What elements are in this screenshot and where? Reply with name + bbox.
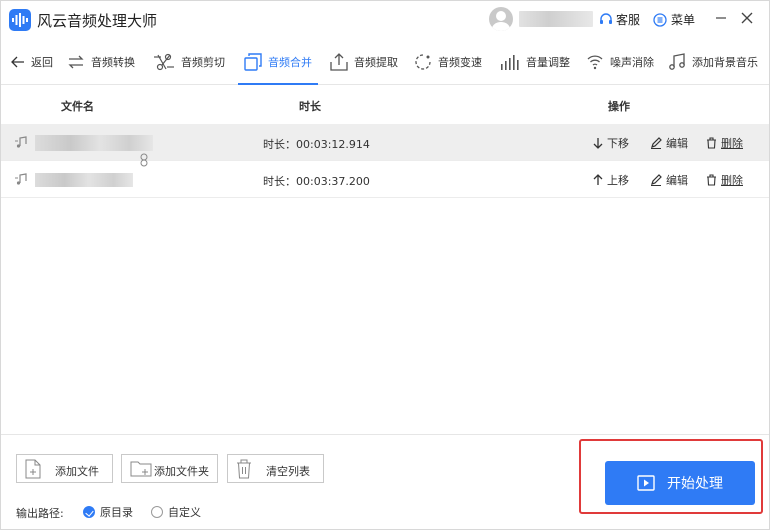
tab-audio-speed[interactable]: 音频变速 <box>414 39 482 85</box>
radio-custom-dir[interactable]: 自定义 <box>151 504 201 520</box>
edit-button[interactable]: 编辑 <box>650 135 688 151</box>
add-folder-icon <box>130 461 152 477</box>
file-name-blurred <box>35 135 153 151</box>
back-button[interactable]: 返回 <box>11 39 53 85</box>
pencil-icon <box>651 137 662 149</box>
app-window: 风云音频处理大师 客服 菜单 返回 音频转换 音频剪切 音频合并 音频提取 音频… <box>0 0 770 530</box>
close-icon <box>741 12 753 24</box>
tab-add-bgm[interactable]: 添加背景音乐 <box>668 39 758 85</box>
tab-label: 噪声消除 <box>610 56 654 69</box>
tab-volume-adjust[interactable]: 音量调整 <box>500 39 570 85</box>
clear-list-button[interactable]: 清空列表 <box>227 454 324 483</box>
tab-audio-cut[interactable]: 音频剪切 <box>153 39 225 85</box>
trash-icon <box>707 174 716 186</box>
move-down-button[interactable]: 下移 <box>593 135 629 151</box>
convert-icon <box>68 55 84 69</box>
audio-file-icon <box>15 173 27 185</box>
tab-label: 音频转换 <box>91 56 135 69</box>
file-duration: 时长：00:03:37.200 <box>263 175 370 188</box>
delete-button[interactable]: 删除 <box>706 172 743 188</box>
avatar[interactable] <box>489 7 513 31</box>
tab-label: 音频剪切 <box>181 56 225 69</box>
back-label: 返回 <box>31 56 53 69</box>
function-toolbar: 返回 音频转换 音频剪切 音频合并 音频提取 音频变速 音量调整 噪声消除 添加… <box>1 39 769 85</box>
tab-audio-merge[interactable]: 音频合并 <box>238 39 318 85</box>
tab-label: 音频提取 <box>354 56 398 69</box>
menu-button[interactable]: 菜单 <box>653 11 695 28</box>
pencil-icon <box>651 174 662 186</box>
output-path-label: 输出路径: <box>16 507 64 520</box>
scissors-icon <box>154 53 174 71</box>
tab-label: 添加背景音乐 <box>692 56 758 69</box>
trash-icon <box>237 459 251 479</box>
audio-file-icon <box>15 136 27 148</box>
start-label: 开始处理 <box>667 476 723 492</box>
table-row[interactable]: 时长：00:03:37.200 上移 编辑 删除 <box>1 161 769 198</box>
app-title: 风云音频处理大师 <box>37 12 158 30</box>
radio-label: 原目录 <box>100 506 133 519</box>
move-label: 下移 <box>607 137 629 150</box>
speed-icon <box>415 54 431 70</box>
customer-service-button[interactable]: 客服 <box>599 11 640 28</box>
add-folder-label: 添加文件夹 <box>154 465 209 478</box>
radio-original-dir[interactable]: 原目录 <box>83 504 133 520</box>
add-folder-button[interactable]: 添加文件夹 <box>121 454 218 483</box>
app-logo-icon <box>9 9 31 31</box>
column-duration: 时长 <box>299 100 321 113</box>
start-processing-button[interactable]: 开始处理 <box>605 461 755 505</box>
merge-icon <box>244 53 262 71</box>
column-action: 操作 <box>608 100 630 113</box>
tab-audio-extract[interactable]: 音频提取 <box>330 39 398 85</box>
radio-checked-icon <box>83 506 95 518</box>
trash-icon <box>707 137 716 149</box>
menu-icon <box>653 12 667 27</box>
radio-unchecked-icon <box>151 506 163 518</box>
tab-noise-removal[interactable]: 噪声消除 <box>586 39 654 85</box>
add-file-icon <box>25 459 41 479</box>
file-duration: 时长：00:03:12.914 <box>263 138 370 151</box>
column-filename: 文件名 <box>61 100 94 113</box>
arrow-up-icon <box>593 174 603 185</box>
file-name-blurred <box>35 173 133 187</box>
user-name-blurred[interactable] <box>519 11 593 27</box>
tab-label: 音频变速 <box>438 56 482 69</box>
arrow-down-icon <box>593 138 603 149</box>
minimize-icon <box>716 17 726 19</box>
extract-icon <box>330 53 348 71</box>
headset-icon <box>600 12 612 24</box>
file-table-header: 文件名 时长 操作 <box>1 87 769 123</box>
play-icon <box>637 475 655 491</box>
tab-label: 音频合并 <box>268 56 312 69</box>
edit-label: 编辑 <box>666 174 688 187</box>
minimize-button[interactable] <box>713 9 729 27</box>
edit-label: 编辑 <box>666 137 688 150</box>
edit-button[interactable]: 编辑 <box>650 172 688 188</box>
tab-audio-convert[interactable]: 音频转换 <box>67 39 135 85</box>
move-label: 上移 <box>607 174 629 187</box>
clear-list-label: 清空列表 <box>266 465 310 478</box>
title-bar: 风云音频处理大师 客服 菜单 <box>1 1 769 37</box>
table-row[interactable]: 时长：00:03:12.914 下移 编辑 删除 <box>1 124 769 161</box>
delete-label: 删除 <box>721 174 743 187</box>
service-label: 客服 <box>616 13 641 27</box>
radio-label: 自定义 <box>168 506 201 519</box>
close-button[interactable] <box>739 9 755 27</box>
volume-bars-icon <box>501 55 519 70</box>
add-file-button[interactable]: 添加文件 <box>16 454 113 483</box>
menu-label: 菜单 <box>671 13 696 27</box>
move-up-button[interactable]: 上移 <box>593 172 629 188</box>
arrow-left-icon <box>11 56 24 68</box>
music-note-icon <box>669 53 685 70</box>
tab-label: 音量调整 <box>526 56 570 69</box>
noise-icon <box>587 55 603 70</box>
delete-button[interactable]: 删除 <box>706 135 743 151</box>
add-file-label: 添加文件 <box>55 465 99 478</box>
delete-label: 删除 <box>721 137 743 150</box>
